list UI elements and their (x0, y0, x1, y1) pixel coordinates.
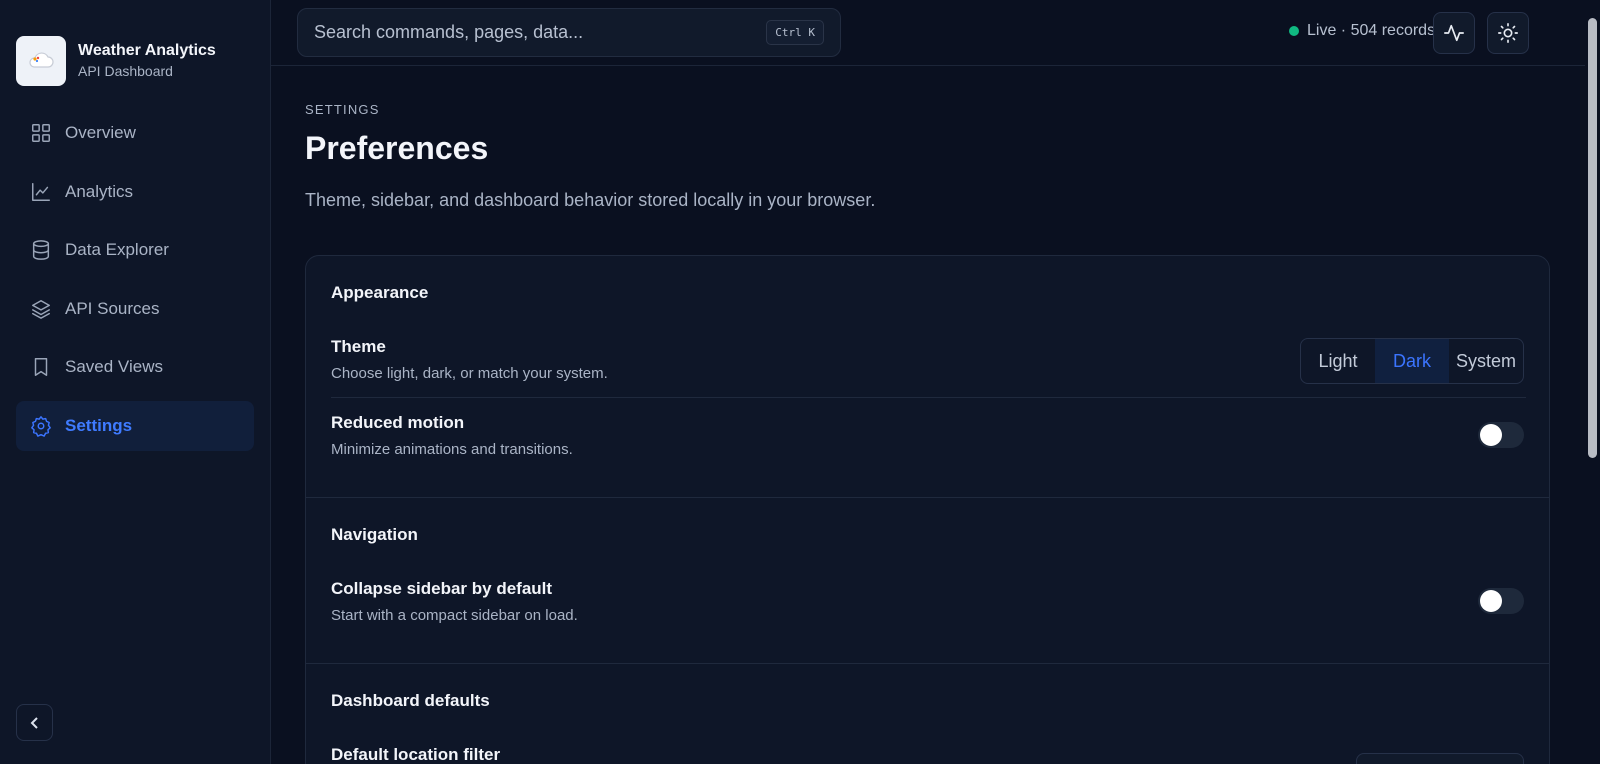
status-text: Live · 504 records (1307, 22, 1436, 39)
theme-option-system[interactable]: System (1449, 339, 1523, 383)
section-divider (306, 497, 1549, 498)
page-description: Theme, sidebar, and dashboard behavior s… (305, 190, 876, 210)
brand-name: Weather Analytics (78, 42, 216, 59)
cloud-logo-icon (16, 36, 66, 86)
row-divider (331, 397, 1526, 398)
bookmark-icon (34, 358, 48, 377)
toggle-knob (1480, 590, 1502, 612)
default-location-select[interactable] (1356, 753, 1524, 764)
sidebar-item-data-explorer[interactable]: Data Explorer (16, 225, 254, 275)
toggle-knob (1480, 424, 1502, 446)
section-title-navigation: Navigation (331, 525, 418, 544)
topbar: Ctrl K Live · 504 records (271, 0, 1585, 66)
chevron-left-icon (30, 716, 38, 729)
sidebar-item-api-sources[interactable]: API Sources (16, 284, 254, 334)
theme-option-light[interactable]: Light (1301, 339, 1375, 383)
reduced-motion-toggle[interactable] (1478, 422, 1524, 448)
sidebar-item-settings[interactable]: Settings (16, 400, 254, 451)
database-icon (32, 240, 50, 261)
brand[interactable]: Weather Analytics API Dashboard (16, 36, 216, 86)
sidebar-item-label: Saved Views (65, 357, 163, 377)
sidebar-nav: Overview Analytics Data Explorer API Sou… (16, 108, 254, 460)
sidebar-item-label: Settings (65, 415, 133, 435)
app-root: Weather Analytics API Dashboard Overview… (0, 0, 1600, 764)
activity-icon (1444, 24, 1464, 42)
default-location-label: Default location filter (331, 745, 501, 764)
gear-icon (31, 416, 51, 437)
scroll-thumb[interactable] (1588, 18, 1597, 458)
sidebar-item-label: Analytics (65, 181, 134, 201)
collapse-sidebar-button[interactable] (16, 704, 53, 741)
theme-toggle-button[interactable] (1487, 12, 1529, 54)
search-input[interactable] (314, 22, 767, 43)
theme-selector[interactable]: Light Dark System (1300, 338, 1524, 384)
status-dot-icon (1289, 26, 1299, 36)
page-scrollbar[interactable] (1585, 0, 1600, 764)
breadcrumb: SETTINGS (305, 102, 380, 117)
preferences-card: Appearance Theme Choose light, dark, or … (305, 255, 1550, 764)
command-search[interactable]: Ctrl K (297, 8, 841, 57)
theme-label: Theme (331, 337, 386, 356)
line-chart-icon (32, 182, 50, 201)
sun-icon (1498, 23, 1518, 43)
section-title-dashboard-defaults: Dashboard defaults (331, 691, 490, 710)
live-status: Live · 504 records (1289, 22, 1435, 40)
page-title: Preferences (305, 130, 489, 166)
theme-option-dark[interactable]: Dark (1375, 339, 1449, 383)
section-divider (306, 663, 1549, 664)
sidebar: Weather Analytics API Dashboard Overview… (0, 0, 271, 764)
sidebar-item-label: Overview (65, 123, 136, 142)
sidebar-item-analytics[interactable]: Analytics (16, 167, 254, 217)
sidebar-item-label: Data Explorer (65, 240, 169, 260)
sidebar-item-saved-views[interactable]: Saved Views (16, 342, 254, 392)
reduced-motion-label: Reduced motion (331, 413, 465, 432)
theme-description: Choose light, dark, or match your system… (331, 365, 608, 382)
sidebar-item-label: API Sources (65, 298, 160, 318)
main-content: SETTINGS Preferences Theme, sidebar, and… (305, 66, 1550, 764)
section-title-appearance: Appearance (331, 283, 429, 302)
activity-button[interactable] (1433, 12, 1475, 54)
collapse-sidebar-label: Collapse sidebar by default (331, 579, 553, 598)
collapse-sidebar-toggle[interactable] (1478, 588, 1524, 614)
collapse-sidebar-description: Start with a compact sidebar on load. (331, 607, 578, 624)
reduced-motion-description: Minimize animations and transitions. (331, 441, 573, 458)
brand-subtitle: API Dashboard (78, 63, 173, 79)
layers-icon (32, 299, 50, 319)
shortcut-hint: Ctrl K (766, 20, 824, 45)
grid-icon (32, 124, 50, 142)
sidebar-item-overview[interactable]: Overview (16, 108, 254, 158)
